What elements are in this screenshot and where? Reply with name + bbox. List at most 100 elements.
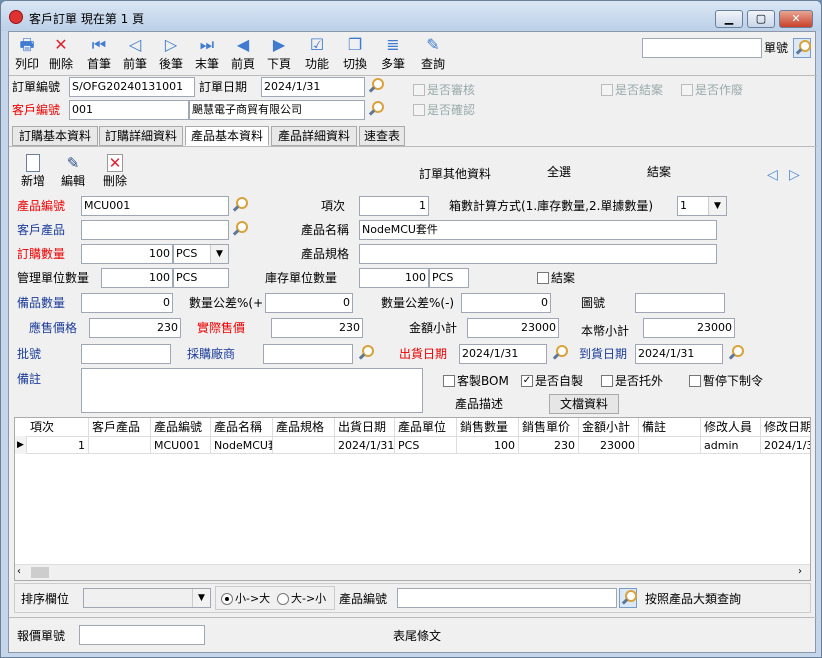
- grid-header-3[interactable]: 產品名稱: [211, 418, 273, 436]
- tol-plus-field[interactable]: 0: [265, 293, 353, 313]
- item-closed-checkbox[interactable]: [537, 272, 549, 284]
- maximize-button[interactable]: ▢: [747, 10, 775, 28]
- mgmt-unit-field[interactable]: PCS: [173, 268, 229, 288]
- grid-cell[interactable]: 23000: [579, 436, 639, 454]
- remark-field[interactable]: [81, 368, 423, 413]
- next-arrow-icon[interactable]: ▷: [789, 167, 800, 183]
- order-search-input[interactable]: [642, 38, 762, 58]
- tab-3[interactable]: 產品詳細資料: [271, 126, 357, 146]
- outsource-checkbox[interactable]: [601, 375, 613, 387]
- select-all-button[interactable]: 全選: [547, 164, 571, 180]
- self-made-checkbox[interactable]: ✓: [521, 375, 533, 387]
- customer-no-field[interactable]: 001: [69, 100, 189, 120]
- item-field[interactable]: 1: [359, 196, 429, 216]
- sort-desc-radio[interactable]: [277, 593, 289, 605]
- product-lookup-icon[interactable]: [231, 196, 249, 214]
- customer-product-field[interactable]: [81, 220, 229, 240]
- reviewed-checkbox[interactable]: [413, 84, 425, 96]
- grid-header-5[interactable]: 出貨日期: [335, 418, 395, 436]
- other-data-button[interactable]: 訂單其他資料: [419, 166, 491, 182]
- vendor-lookup-icon[interactable]: [357, 344, 375, 362]
- grid-header-1[interactable]: 客戶產品: [89, 418, 151, 436]
- tab-2[interactable]: 產品基本資料: [185, 126, 269, 146]
- close-item-button[interactable]: 結案: [647, 164, 671, 180]
- prev-arrow-icon[interactable]: ◁: [767, 167, 778, 183]
- grid-cell[interactable]: 2024/1/3: [761, 436, 810, 454]
- product-filter-search-button[interactable]: [619, 588, 637, 608]
- customer-product-lookup-icon[interactable]: [231, 220, 249, 238]
- toolbar-button-4[interactable]: ▷ 後筆: [155, 34, 187, 74]
- product-filter-input[interactable]: [397, 588, 617, 608]
- close-window-button[interactable]: ✕: [779, 10, 813, 28]
- category-search-link[interactable]: 按照產品大類查詢: [645, 591, 741, 607]
- grid-cell[interactable]: NodeMCU套: [211, 436, 273, 454]
- grid-header-7[interactable]: 銷售數量: [457, 418, 519, 436]
- doc-button[interactable]: 文檔資料: [549, 394, 619, 414]
- closed-checkbox[interactable]: [601, 84, 613, 96]
- minimize-button[interactable]: ▁: [715, 10, 743, 28]
- sort-field-select[interactable]: ▼: [83, 588, 211, 608]
- product-no-field[interactable]: MCU001: [81, 196, 229, 216]
- toolbar-button-3[interactable]: ◁ 前筆: [119, 34, 151, 74]
- ship-date-lookup-icon[interactable]: [551, 344, 569, 362]
- stock-unit-field[interactable]: PCS: [429, 268, 469, 288]
- order-unit-select[interactable]: PCS ▼: [173, 244, 229, 264]
- toolbar-button-0[interactable]: 🖶 列印: [11, 34, 43, 74]
- toolbar-button-1[interactable]: ✕ 刪除: [45, 34, 77, 74]
- grid-cell[interactable]: [639, 436, 701, 454]
- toolbar-button-7[interactable]: ▶ 下頁: [263, 34, 295, 74]
- mgmt-qty-field[interactable]: 100: [101, 268, 173, 288]
- voided-checkbox[interactable]: [681, 84, 693, 96]
- order-no-field[interactable]: S/OFG20240131001: [69, 77, 195, 97]
- order-date-lookup-icon[interactable]: [367, 77, 385, 95]
- order-date-field[interactable]: 2024/1/31: [261, 77, 365, 97]
- arrive-date-field[interactable]: 2024/1/31: [635, 344, 723, 364]
- sort-asc-radio[interactable]: [221, 593, 233, 605]
- grid-cell[interactable]: [273, 436, 335, 454]
- quote-no-field[interactable]: [79, 625, 205, 645]
- grid-header-2[interactable]: 產品編號: [151, 418, 211, 436]
- spare-qty-field[interactable]: 0: [81, 293, 173, 313]
- confirmed-checkbox[interactable]: [413, 104, 425, 116]
- tab-0[interactable]: 訂購基本資料: [12, 126, 98, 146]
- grid-header-8[interactable]: 銷售單价: [519, 418, 579, 436]
- grid-header-12[interactable]: 修改日期: [761, 418, 810, 436]
- grid-header-10[interactable]: 備註: [639, 418, 701, 436]
- grid-cell[interactable]: 100: [457, 436, 519, 454]
- vendor-field[interactable]: [263, 344, 353, 364]
- order-qty-field[interactable]: 100: [81, 244, 173, 264]
- grid-header-6[interactable]: 產品單位: [395, 418, 457, 436]
- grid-cell[interactable]: [89, 436, 151, 454]
- toolbar-button-2[interactable]: ⏮ 首筆: [83, 34, 115, 74]
- grid-cell[interactable]: 2024/1/31: [335, 436, 395, 454]
- grid-header-9[interactable]: 金額小計: [579, 418, 639, 436]
- product-name-field[interactable]: NodeMCU套件: [359, 220, 717, 240]
- drawing-field[interactable]: [635, 293, 725, 313]
- toolbar-button-6[interactable]: ◀ 前頁: [227, 34, 259, 74]
- ship-date-field[interactable]: 2024/1/31: [459, 344, 547, 364]
- toolbar-button-8[interactable]: ☑ 功能: [301, 34, 333, 74]
- box-calc-select[interactable]: 1 ▼: [677, 196, 727, 216]
- customer-name-field[interactable]: 颶慧電子商貿有限公司: [189, 100, 365, 120]
- tol-minus-field[interactable]: 0: [461, 293, 551, 313]
- toolbar-button-5[interactable]: ⏭ 末筆: [191, 34, 223, 74]
- tab-1[interactable]: 訂購詳細資料: [99, 126, 183, 146]
- local-subtotal-field[interactable]: 23000: [643, 318, 735, 338]
- toolbar-button-10[interactable]: ≣ 多筆: [377, 34, 409, 74]
- cust-bom-checkbox[interactable]: [443, 375, 455, 387]
- price-field[interactable]: 230: [89, 318, 181, 338]
- new-button[interactable]: 新增: [19, 154, 47, 189]
- edit-button[interactable]: ✎ 編輯: [59, 154, 87, 189]
- detail-delete-button[interactable]: ✕ 刪除: [101, 154, 129, 189]
- stock-qty-field[interactable]: 100: [359, 268, 429, 288]
- batch-field[interactable]: [81, 344, 171, 364]
- pause-checkbox[interactable]: [689, 375, 701, 387]
- subtotal-field[interactable]: 23000: [467, 318, 559, 338]
- grid-cell[interactable]: PCS: [395, 436, 457, 454]
- grid-header-4[interactable]: 產品規格: [273, 418, 335, 436]
- horizontal-scrollbar[interactable]: ‹ ›: [15, 564, 810, 580]
- toolbar-button-9[interactable]: ❐ 切換: [339, 34, 371, 74]
- scroll-right-icon[interactable]: ›: [798, 566, 802, 577]
- search-button[interactable]: [793, 38, 811, 58]
- grid-cell[interactable]: 1: [27, 436, 89, 454]
